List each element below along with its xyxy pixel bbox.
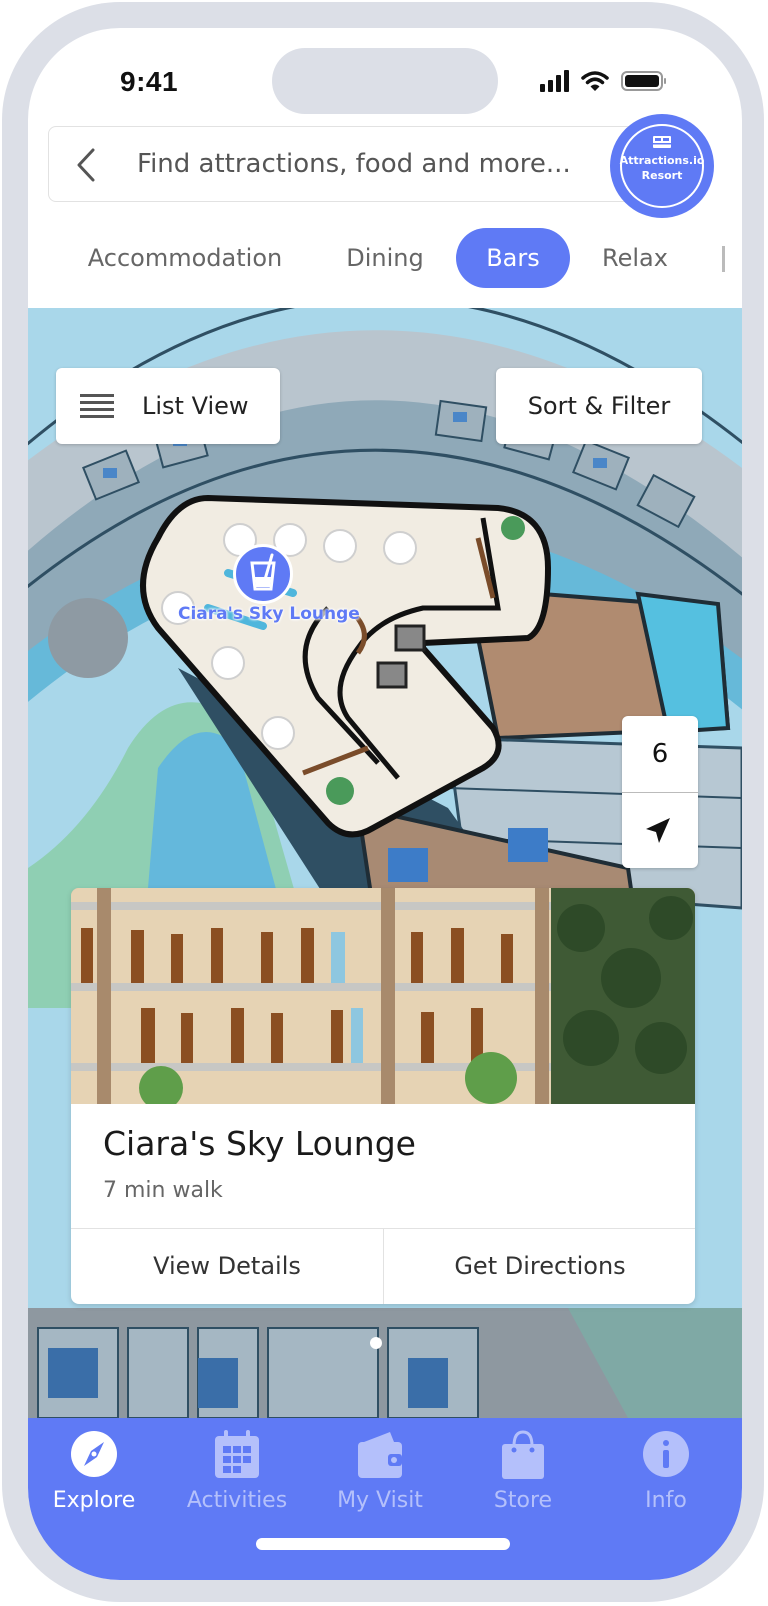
category-tab-bars[interactable]: Bars <box>456 228 570 288</box>
map-view[interactable]: List View Sort & Filter Ciara's Sky Loun… <box>28 308 742 1418</box>
locate-me-button[interactable] <box>622 793 698 868</box>
view-details-button[interactable]: View Details <box>71 1229 383 1304</box>
category-tab-accommodation[interactable]: Accommodation <box>80 228 290 288</box>
bottom-tab-bar: Explore Activities My Visit Store Info <box>28 1418 742 1580</box>
back-icon[interactable] <box>71 147 101 183</box>
list-icon <box>80 394 114 418</box>
wallet-icon <box>358 1432 402 1478</box>
sort-filter-label: Sort & Filter <box>527 392 671 420</box>
category-tabs: Accommodation Dining Bars Relax <box>28 228 742 290</box>
list-view-button[interactable]: List View <box>56 368 280 444</box>
bar-shelves-image <box>71 888 695 1104</box>
bag-icon <box>502 1430 544 1479</box>
info-icon <box>643 1431 689 1477</box>
list-view-label: List View <box>142 392 249 420</box>
category-tab-dining[interactable]: Dining <box>330 228 440 288</box>
status-time: 9:41 <box>120 66 179 97</box>
sort-filter-button[interactable]: Sort & Filter <box>496 368 702 444</box>
tab-activities[interactable]: Activities <box>177 1430 297 1530</box>
tab-label: Explore <box>52 1488 136 1513</box>
location-arrow-icon <box>646 818 670 843</box>
poi-label[interactable]: Ciara's Sky Lounge <box>178 604 360 624</box>
tab-label: Store <box>493 1488 553 1513</box>
tab-store[interactable]: Store <box>463 1430 583 1530</box>
resort-logo[interactable]: Attractions.io Resort <box>610 114 714 218</box>
phone-frame: 9:41 Find attractions, food and more... … <box>0 0 768 1606</box>
logo-text-line1: Attractions.io <box>619 154 705 167</box>
screen: 9:41 Find attractions, food and more... … <box>28 28 742 1580</box>
venue-photo <box>71 888 695 1104</box>
tab-label: Info <box>645 1488 687 1513</box>
floor-level-button[interactable]: 6 <box>622 716 698 792</box>
floor-control: 6 <box>622 716 698 868</box>
status-icons <box>540 68 666 94</box>
compass-icon <box>71 1431 117 1477</box>
search-bar <box>48 126 668 202</box>
venue-walk-time: 7 min walk <box>103 1178 223 1203</box>
logo-text-line2: Resort <box>641 169 683 182</box>
tab-info[interactable]: Info <box>606 1430 726 1530</box>
get-directions-button[interactable]: Get Directions <box>384 1229 695 1304</box>
wifi-icon <box>581 71 609 91</box>
calendar-icon <box>215 1430 259 1478</box>
tab-my-visit[interactable]: My Visit <box>320 1430 440 1530</box>
signal-icon <box>540 70 569 92</box>
category-tab-overflow[interactable] <box>722 246 725 272</box>
search-input[interactable] <box>137 139 627 189</box>
poi-marker-ciaras-sky-lounge[interactable] <box>233 544 293 604</box>
card-page-indicator <box>370 1337 382 1349</box>
venue-name: Ciara's Sky Lounge <box>103 1124 416 1163</box>
battery-icon <box>621 71 666 91</box>
drink-icon <box>250 553 276 591</box>
category-tab-relax[interactable]: Relax <box>588 228 682 288</box>
tab-label: My Visit <box>337 1488 423 1513</box>
tab-explore[interactable]: Explore <box>34 1430 154 1530</box>
home-indicator[interactable] <box>256 1538 510 1550</box>
dynamic-island <box>272 48 498 114</box>
venue-card[interactable]: Ciara's Sky Lounge 7 min walk View Detai… <box>71 888 695 1304</box>
tab-label: Activities <box>186 1488 288 1513</box>
bed-icon <box>653 136 671 148</box>
